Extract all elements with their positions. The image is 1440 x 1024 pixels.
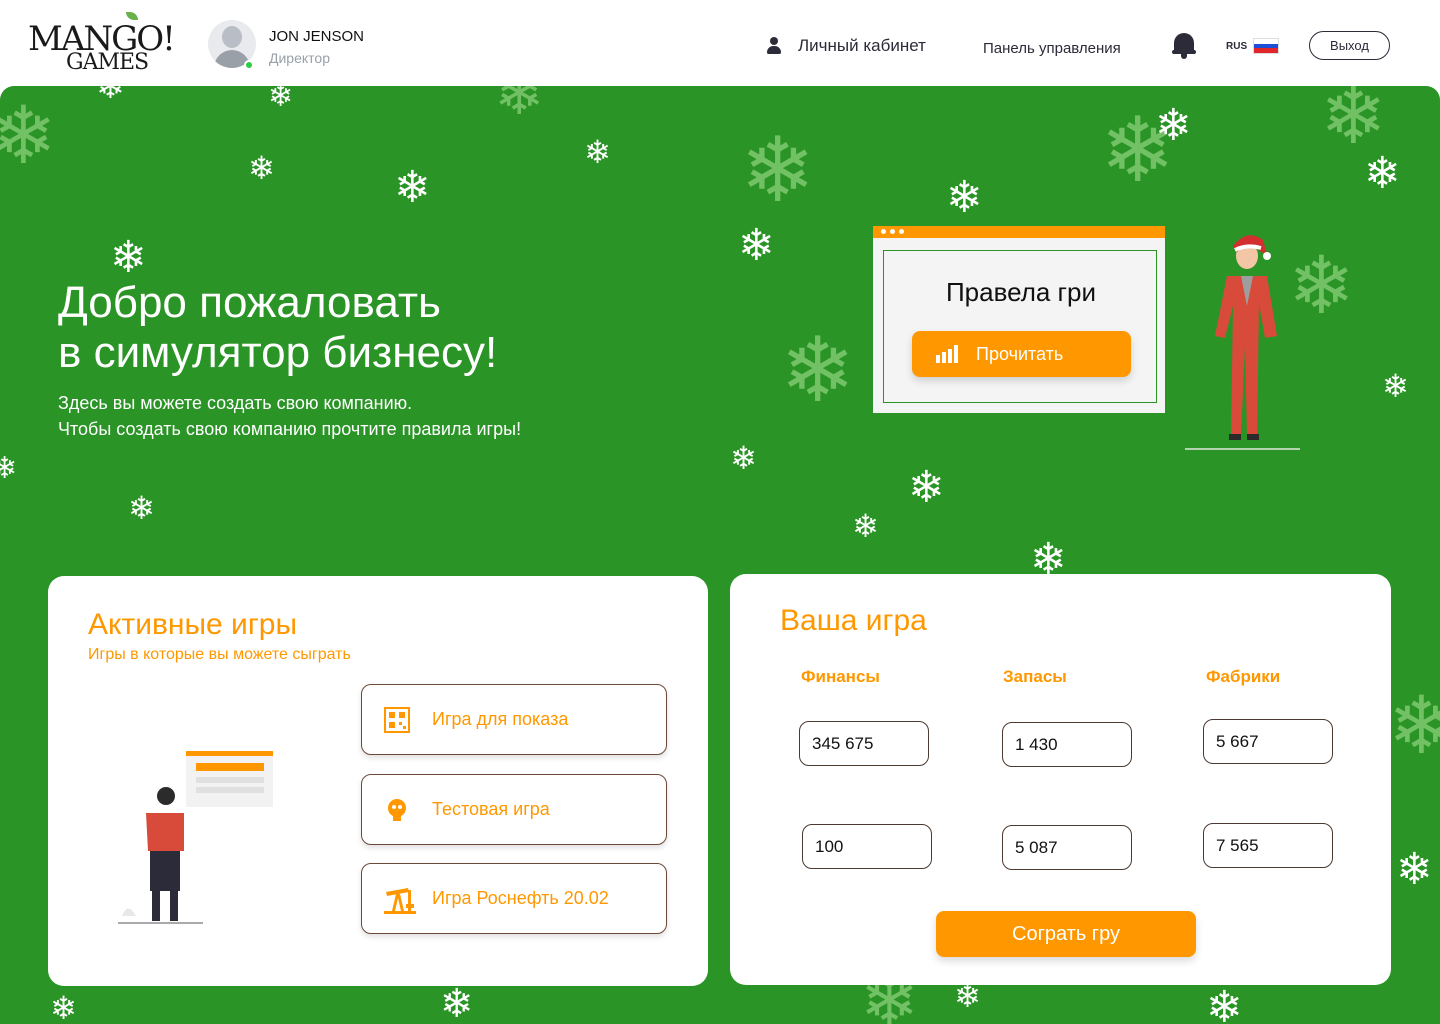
column-factories: Фабрики	[1206, 667, 1281, 686]
factories-field-2[interactable]: 7 565	[1203, 823, 1333, 868]
active-games-title: Активные игры	[88, 608, 298, 641]
user-role: Директор	[269, 50, 330, 66]
hero-title-line2: в симулятор бизнесу!	[58, 328, 498, 377]
hero-title-line1: Добро пожаловать	[58, 278, 441, 327]
nav-control-panel[interactable]: Панель управления	[983, 40, 1121, 57]
read-button-label: Прочитать	[976, 343, 1064, 364]
snowflake-icon: ❄	[248, 149, 275, 187]
snowflake-icon: ❄	[1364, 148, 1401, 199]
finance-field-1[interactable]: 345 675	[799, 721, 929, 766]
stocks-field-1[interactable]: 1 430	[1002, 722, 1132, 767]
stocks-field-2[interactable]: 5 087	[1002, 825, 1132, 870]
snowflake-icon: ❄	[738, 220, 775, 271]
game-item-demo[interactable]: Игра для показа	[361, 684, 667, 755]
online-status-dot	[244, 60, 254, 70]
snowflake-icon: ❄	[50, 989, 77, 1024]
read-rules-button[interactable]: Прочитать	[912, 331, 1131, 377]
robot-head-icon	[384, 797, 410, 823]
your-game-title: Ваша игра	[780, 604, 927, 637]
snowflake-icon: ❄	[96, 86, 125, 107]
snowflake-icon: ❄	[1388, 679, 1440, 772]
snowflake-icon: ❄	[1320, 86, 1388, 162]
user-name: JON JENSON	[269, 28, 365, 45]
snowflake-icon: ❄	[128, 489, 155, 527]
snowflake-icon: ❄	[1206, 982, 1243, 1024]
logo-text-bottom: GAMES	[66, 50, 149, 75]
game-item-rosneft[interactable]: Игра Роснефть 20.02	[361, 863, 667, 934]
hero-subtitle-line2: Чтобы создать свою компанию прочтите пра…	[58, 419, 522, 439]
start-game-button[interactable]: Сограть гру	[936, 911, 1196, 957]
active-games-subtitle: Игры в которые вы можете сыграть	[88, 646, 351, 663]
language-label: RUS	[1226, 40, 1248, 52]
snowflake-icon: ❄	[852, 507, 879, 545]
language-selector[interactable]: RUS	[1226, 38, 1280, 54]
nav-cabinet-label: Личный кабинет	[798, 36, 926, 55]
snowflake-icon: ❄	[1382, 367, 1409, 405]
factories-field-1[interactable]: 5 667	[1203, 719, 1333, 764]
person-at-board-illustration	[118, 751, 273, 924]
game-item-label: Игра Роснефть 20.02	[432, 888, 609, 908]
active-games-card: Активные игры Игры в которые вы можете с…	[48, 576, 708, 986]
snowflake-icon: ❄	[1155, 100, 1192, 151]
column-finance: Финансы	[801, 667, 880, 686]
russia-flag-icon	[1253, 38, 1280, 54]
game-item-label: Тестовая игра	[432, 799, 550, 819]
snowflake-icon: ❄	[730, 439, 757, 477]
rules-window: Правела гри Прочитать	[873, 226, 1165, 413]
top-header: MANGO! GAMES JON JENSON Директор Личный …	[0, 0, 1440, 86]
avatar-head	[222, 26, 242, 48]
snowflake-icon: ❄	[584, 133, 611, 171]
snowflake-icon: ❄	[494, 86, 545, 129]
finance-field-2[interactable]: 100	[802, 824, 932, 869]
snowflake-icon: ❄	[780, 318, 856, 423]
game-item-test[interactable]: Тестовая игра	[361, 774, 667, 845]
snowflake-icon: ❄	[394, 162, 431, 213]
logout-button[interactable]: Выход	[1309, 31, 1390, 60]
person-icon	[766, 37, 782, 55]
snowflake-icon: ❄	[440, 981, 474, 1024]
game-item-label: Игра для показа	[432, 709, 569, 729]
nav-personal-cabinet[interactable]: Личный кабинет	[766, 36, 926, 56]
snowflake-icon: ❄	[946, 172, 983, 223]
oil-pump-icon	[384, 886, 416, 914]
rules-title: Правела гри	[945, 277, 1097, 307]
snowflake-icon: ❄	[0, 451, 18, 486]
mango-games-logo[interactable]: MANGO! GAMES	[28, 12, 176, 76]
your-game-card: Ваша игра Финансы Запасы Фабрики 345 675…	[730, 574, 1391, 985]
snowflake-icon: ❄	[908, 462, 945, 513]
santa-figure-illustration	[1185, 235, 1300, 450]
column-stocks: Запасы	[1003, 667, 1067, 686]
hero-title: Добро пожаловать в симулятор бизнесу!	[58, 278, 497, 378]
qr-code-icon	[384, 706, 410, 733]
snowflake-icon: ❄	[740, 118, 816, 223]
rules-window-content: Правела гри Прочитать	[883, 250, 1157, 403]
bell-icon[interactable]	[1172, 31, 1196, 59]
hero-subtitle: Здесь вы можете создать свою компанию. Ч…	[58, 390, 521, 442]
snowflake-icon: ❄	[268, 86, 294, 114]
chart-growth-icon	[936, 345, 960, 363]
hero-subtitle-line1: Здесь вы можете создать свою компанию.	[58, 393, 413, 413]
hero-section: ❄ ❄ ❄ ❄ ❄ ❄ ❄ ❄ ❄ ❄ ❄ ❄ ❄ ❄ ❄ ❄ ❄ ❄ ❄ ❄ …	[0, 86, 1440, 1024]
window-title-bar	[873, 226, 1165, 238]
snowflake-icon: ❄	[0, 89, 58, 182]
snowflake-icon: ❄	[1396, 844, 1433, 895]
snowflake-icon: ❄	[110, 232, 147, 283]
